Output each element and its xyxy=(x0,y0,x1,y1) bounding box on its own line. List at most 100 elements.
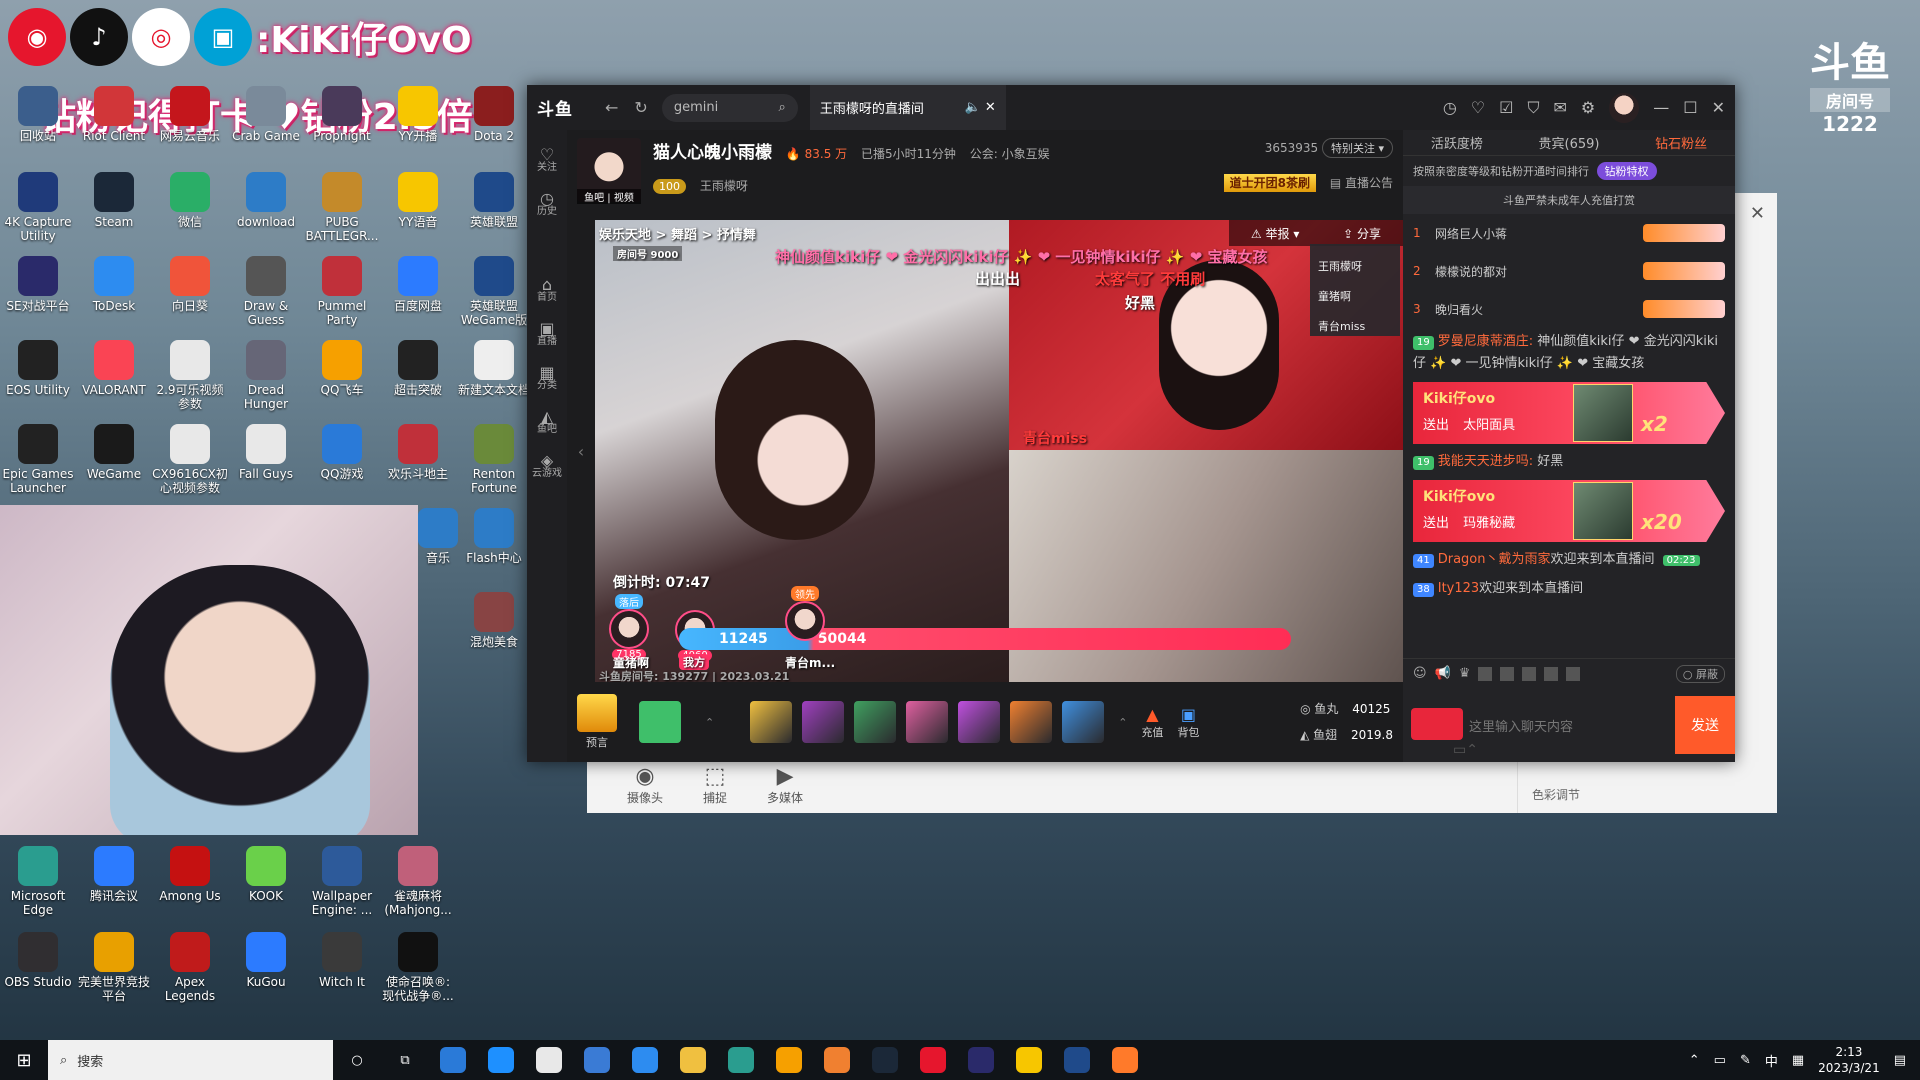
speaker-icon[interactable]: 🔈 xyxy=(965,100,981,115)
settings-icon[interactable]: ⚙ xyxy=(1581,98,1595,117)
send-button[interactable]: 发送 xyxy=(1675,696,1735,754)
gift-item-icon[interactable] xyxy=(1010,701,1053,743)
desktop-icon[interactable]: Flash中心 xyxy=(456,508,532,565)
tool-box-5[interactable] xyxy=(1566,666,1581,681)
maximize-icon[interactable]: ☐ xyxy=(1683,98,1697,117)
desktop-icon[interactable]: Dread Hunger xyxy=(228,340,304,411)
popup-user-3[interactable]: 青台miss xyxy=(1318,312,1392,342)
desktop-icon[interactable]: YY语音 xyxy=(380,172,456,229)
desktop-icon[interactable]: 2.9可乐视频参数 xyxy=(152,340,228,411)
gift-item-icon[interactable] xyxy=(958,701,1001,743)
desktop-icon[interactable]: 超击突破 xyxy=(380,340,456,397)
ime-indicator[interactable]: 中 xyxy=(1765,1051,1778,1070)
gift-item-icon[interactable] xyxy=(854,701,897,743)
nav-item[interactable]: ▦ 分类 xyxy=(527,365,567,392)
desktop-icon[interactable]: Wallpaper Engine: ... xyxy=(304,846,380,917)
nav-item[interactable]: ♡ 关注 xyxy=(527,147,567,174)
qq-icon[interactable] xyxy=(765,1040,813,1080)
user-avatar[interactable] xyxy=(1609,92,1640,123)
desktop-icon[interactable]: 英雄联盟WeGame版 xyxy=(456,256,532,327)
desktop-icon[interactable]: Epic Games Launcher xyxy=(0,424,76,495)
backpack-button[interactable]: ▣ 背包 xyxy=(1177,705,1199,740)
desktop-icon[interactable]: 欢乐斗地主 xyxy=(380,424,456,481)
store-icon[interactable] xyxy=(477,1040,525,1080)
chat-user-3[interactable]: Dragon丶戴为雨家 xyxy=(1438,552,1551,567)
special-follow-button[interactable]: 特别关注 ▾ xyxy=(1321,138,1393,158)
guild-name[interactable]: 公会: 小象互娱 xyxy=(970,147,1050,161)
desktop-icon[interactable]: 新建文本文档 xyxy=(456,340,532,397)
desktop-icon[interactable]: download xyxy=(228,172,304,229)
desktop-icon[interactable]: EOS Utility xyxy=(0,340,76,397)
desktop-icon[interactable]: Among Us xyxy=(152,846,228,903)
tool-box-4[interactable] xyxy=(1544,666,1559,681)
desktop-icon[interactable]: Apex Legends xyxy=(152,932,228,1003)
desktop-icon[interactable]: 百度网盘 xyxy=(380,256,456,313)
back-icon[interactable]: ← xyxy=(605,98,618,117)
desktop-icon[interactable]: Draw & Guess xyxy=(228,256,304,327)
tool-box-1[interactable] xyxy=(1478,666,1493,681)
desktop-icon[interactable]: OBS Studio xyxy=(0,932,76,989)
desktop-icon[interactable]: QQ游戏 xyxy=(304,424,380,481)
kugou-icon[interactable] xyxy=(621,1040,669,1080)
nav-item[interactable]: ▣ 直播 xyxy=(527,321,567,348)
close-window-icon[interactable]: ✕ xyxy=(1712,98,1725,117)
tool-box-2[interactable] xyxy=(1500,666,1515,681)
desktop-icon[interactable]: VALORANT xyxy=(76,340,152,397)
rank-row[interactable]: 1 网络巨人小蒋 xyxy=(1403,214,1735,252)
recharge-button[interactable]: ▲ 充值 xyxy=(1141,705,1163,740)
gift-box-icon[interactable] xyxy=(639,701,681,743)
anchor-avatar[interactable]: 鱼吧 | 视频 xyxy=(577,138,641,204)
desktop-icon[interactable]: CX9616CX初心视频参数 xyxy=(152,424,228,495)
desktop-icon[interactable]: 使命召唤®:现代战争®... xyxy=(380,932,456,1003)
douyu-logo[interactable]: 斗鱼 xyxy=(537,95,573,120)
search-input[interactable]: gemini ⌕ xyxy=(661,93,798,122)
popup-user-2[interactable]: 童猪啊 xyxy=(1318,282,1392,312)
task-icon[interactable]: ☑ xyxy=(1499,98,1513,117)
edge-icon[interactable] xyxy=(717,1040,765,1080)
desktop-icon[interactable]: Microsoft Edge xyxy=(0,846,76,917)
desktop-icon[interactable]: 网易云音乐 xyxy=(152,86,228,143)
tray-expand-icon[interactable]: ⌃ xyxy=(1689,1053,1700,1068)
gift-item-icon[interactable] xyxy=(802,701,845,743)
desktop-icon[interactable]: YY开播 xyxy=(380,86,456,143)
desktop-icon[interactable]: Pummel Party xyxy=(304,256,380,327)
desktop-icon[interactable]: 英雄联盟 xyxy=(456,172,532,229)
tab-close-icon[interactable]: ✕ xyxy=(985,100,996,115)
chat-user-1[interactable]: 罗曼尼康蒂酒庄: xyxy=(1438,334,1533,349)
desktop-icon[interactable]: 雀魂麻将(Mahjong... xyxy=(380,846,456,917)
desktop-icon[interactable]: Propnight xyxy=(304,86,380,143)
more-gifts-icon[interactable]: ⌃ xyxy=(1118,716,1127,729)
desktop-icon[interactable]: 向日葵 xyxy=(152,256,228,313)
desktop-icon[interactable]: QQ飞车 xyxy=(304,340,380,397)
diamond-fans-button[interactable]: 钻粉特权 xyxy=(1596,162,1657,180)
video-stream[interactable]: 娱乐天地 > 舞蹈 > 抒情舞 房间号 9000 神仙颜值kiki仔 ❤ 金光闪… xyxy=(595,220,1403,682)
obs-media-button[interactable]: ▶ 多媒体 xyxy=(767,764,803,806)
tool-box-3[interactable] xyxy=(1522,666,1537,681)
expand-up-icon[interactable]: ⌃ xyxy=(705,716,714,729)
app-icon[interactable] xyxy=(813,1040,861,1080)
gift-item-icon[interactable] xyxy=(906,701,949,743)
tab-activity-rank[interactable]: 活跃度榜 xyxy=(1431,133,1483,152)
desktop-icon[interactable]: 微信 xyxy=(152,172,228,229)
event-button[interactable]: 道士开团8茶刷 xyxy=(1223,174,1316,192)
clock[interactable]: 2:13 2023/3/21 xyxy=(1818,1044,1880,1076)
rank-row[interactable]: 3 晚归看火 xyxy=(1403,290,1735,328)
desktop-icon[interactable]: Renton Fortune xyxy=(456,424,532,495)
heart-icon[interactable]: ♡ xyxy=(1471,98,1485,117)
cortana-icon[interactable]: ○ xyxy=(333,1040,381,1080)
fan-badge-icon[interactable] xyxy=(1411,708,1463,740)
message-icon[interactable]: ✉ xyxy=(1554,98,1567,117)
camera-toggle-icon[interactable]: ▭⌃ xyxy=(1453,742,1478,758)
start-button[interactable]: ⊞ xyxy=(0,1040,48,1080)
notification-icon[interactable]: ▤ xyxy=(1894,1053,1906,1068)
chat-user-4[interactable]: Ity123 xyxy=(1438,581,1479,596)
chat-input[interactable]: 这里输入聊天内容 xyxy=(1469,716,1675,735)
yy-icon[interactable] xyxy=(1005,1040,1053,1080)
pk-opponent-avatar[interactable]: 领先 xyxy=(785,586,825,641)
desktop-icon[interactable]: KOOK xyxy=(228,846,304,903)
obs-camera-button[interactable]: ◉ 摄像头 xyxy=(627,764,663,806)
horn-icon[interactable]: 📢 xyxy=(1435,666,1451,681)
desktop-icon[interactable]: Steam xyxy=(76,172,152,229)
notice-button[interactable]: ▤ 直播公告 xyxy=(1330,176,1393,190)
desktop-icon[interactable]: KuGou xyxy=(228,932,304,989)
